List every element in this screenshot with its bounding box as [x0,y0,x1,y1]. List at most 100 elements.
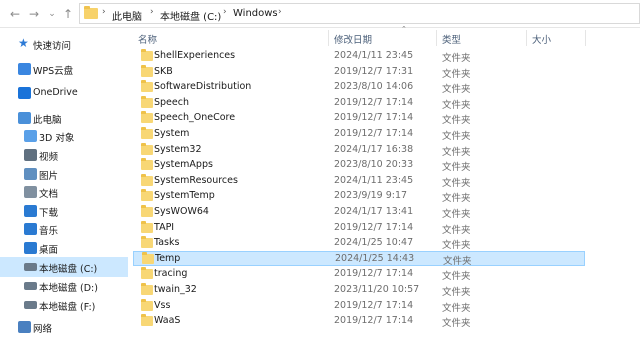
chevron-right-icon[interactable]: › [150,7,154,17]
folder-icon [141,127,153,139]
file-type: 文件夹 [442,302,471,314]
sidebar-item-label: 视频 [39,152,59,163]
sidebar-item-label: 网络 [33,324,53,335]
file-row[interactable]: TAPI 2019/12/7 17:14 文件夹 [133,220,585,236]
file-row[interactable]: Vss 2019/12/7 17:14 文件夹 [133,298,585,314]
desktop-icon [24,242,37,254]
file-row[interactable]: tracing 2019/12/7 17:14 文件夹 [133,266,585,282]
column-date-header[interactable]: 修改日期 [334,32,372,46]
sidebar-item-label: 图片 [39,171,59,182]
sidebar-item[interactable]: ★ 快速访问 [0,34,128,54]
column-divider[interactable] [526,30,527,46]
sidebar-item[interactable]: 本地磁盘 (D:) [0,276,128,296]
sidebar-item[interactable]: 桌面 [0,238,128,258]
file-row[interactable]: Temp 2024/1/25 14:43 文件夹 [133,250,585,267]
file-row[interactable]: ShellExperiences 2024/1/11 23:45 文件夹 [133,48,585,64]
sidebar-item-label: 文档 [39,189,59,200]
sidebar-item[interactable]: 网络 [0,317,128,337]
file-date: 2019/12/7 17:14 [334,315,414,327]
file-type: 文件夹 [442,68,471,80]
sidebar-item[interactable]: WPS云盘 [0,59,128,79]
column-size-header[interactable]: 大小 [532,32,551,46]
sidebar-item[interactable]: 视频 [0,145,128,165]
chevron-right-icon[interactable]: › [223,7,227,17]
file-row[interactable]: SoftwareDistribution 2023/8/10 14:06 文件夹 [133,79,585,95]
file-type: 文件夹 [442,84,471,96]
download-icon [24,205,37,217]
file-row[interactable]: System 2019/12/7 17:14 文件夹 [133,126,585,142]
file-date: 2024/1/25 10:47 [334,237,414,249]
folder-icon [141,298,153,311]
file-type: 文件夹 [442,193,471,205]
breadcrumb-drive-c[interactable]: 本地磁盘 (C:) [160,8,221,23]
file-name: WaaS [154,315,181,327]
file-row[interactable]: SystemApps 2023/8/10 20:33 文件夹 [133,157,585,173]
address-box[interactable]: › 此电脑 › 本地磁盘 (C:) › Windows › [79,3,640,24]
up-arrow-icon[interactable]: ↑ [61,6,75,22]
column-divider[interactable] [585,30,586,46]
file-date: 2023/8/10 20:33 [334,159,414,171]
folder-icon [141,236,153,249]
folder-icon [141,158,153,171]
folder-icon [141,314,153,327]
file-row[interactable]: twain_32 2023/11/20 10:57 文件夹 [133,282,585,298]
file-row[interactable]: SystemTemp 2023/9/19 9:17 文件夹 [133,188,585,204]
file-name: System [154,128,190,139]
file-date: 2019/12/7 17:14 [334,96,414,108]
sidebar-item[interactable]: 文档 [0,182,128,202]
folder-icon [141,142,153,155]
file-name: Temp [155,252,181,264]
file-date: 2019/12/7 17:14 [334,221,414,233]
sidebar-item[interactable]: OneDrive [0,83,128,103]
file-type: 文件夹 [442,240,471,252]
music-icon [24,223,37,235]
column-divider[interactable] [328,30,329,46]
file-date: 2024/1/17 16:38 [334,143,414,155]
sidebar-item[interactable]: 3D 对象 [0,126,128,146]
breadcrumb-windows[interactable]: Windows [233,8,278,19]
column-type-header[interactable]: 类型 [442,32,461,46]
file-name: Tasks [154,237,180,249]
breadcrumb-this-pc[interactable]: 此电脑 [112,8,142,23]
column-name-header[interactable]: 名称 [138,32,157,46]
column-divider[interactable] [436,30,437,46]
chevron-right-icon[interactable]: › [102,7,106,17]
sidebar-item[interactable]: 图片 [0,164,128,184]
file-row[interactable]: SysWOW64 2024/1/17 13:41 文件夹 [133,204,585,220]
file-row[interactable]: Speech_OneCore 2019/12/7 17:14 文件夹 [133,110,585,126]
file-type: 文件夹 [442,271,471,283]
star-icon: ★ [18,36,29,50]
file-name: SystemTemp [154,190,215,202]
document-icon [24,186,37,198]
file-date: 2019/12/7 17:14 [334,268,414,280]
drive-icon [24,263,37,271]
forward-arrow-icon[interactable]: → [27,6,41,22]
file-row[interactable]: SystemResources 2024/1/11 23:45 文件夹 [133,173,585,189]
file-row[interactable]: SKB 2019/12/7 17:31 文件夹 [133,64,585,80]
sidebar-item-label: 3D 对象 [39,133,75,144]
recent-locations-chevron-icon[interactable]: ⌄ [45,6,59,22]
file-name: SoftwareDistribution [154,81,252,93]
file-date: 2023/8/10 14:06 [334,81,414,93]
file-row[interactable]: Speech 2019/12/7 17:14 文件夹 [133,95,585,111]
sidebar-item-label: 本地磁盘 (D:) [39,283,98,294]
sidebar-item[interactable]: 音乐 [0,219,128,239]
sidebar-item[interactable]: 下载 [0,201,128,221]
file-name: twain_32 [154,284,197,295]
sidebar-item-label: OneDrive [33,87,78,98]
sidebar-item-label: 本地磁盘 (C:) [39,264,98,275]
chevron-right-icon[interactable]: › [278,7,282,17]
sidebar-item[interactable]: 此电脑 [0,108,128,128]
file-row[interactable]: Tasks 2024/1/25 10:47 文件夹 [133,235,585,251]
file-name: Speech_OneCore [154,112,236,124]
folder-icon [141,220,153,233]
file-type: 文件夹 [442,177,471,189]
sidebar-item[interactable]: 本地磁盘 (F:) [0,295,128,315]
file-row[interactable]: System32 2024/1/17 16:38 文件夹 [133,142,585,158]
back-arrow-icon[interactable]: ← [8,6,22,22]
folder-icon [141,267,153,280]
file-row[interactable]: WaaS 2019/12/7 17:14 文件夹 [133,313,585,329]
file-type: 文件夹 [443,255,472,267]
sidebar-item[interactable]: 本地磁盘 (C:) [0,257,128,277]
file-name: SKB [154,65,173,77]
